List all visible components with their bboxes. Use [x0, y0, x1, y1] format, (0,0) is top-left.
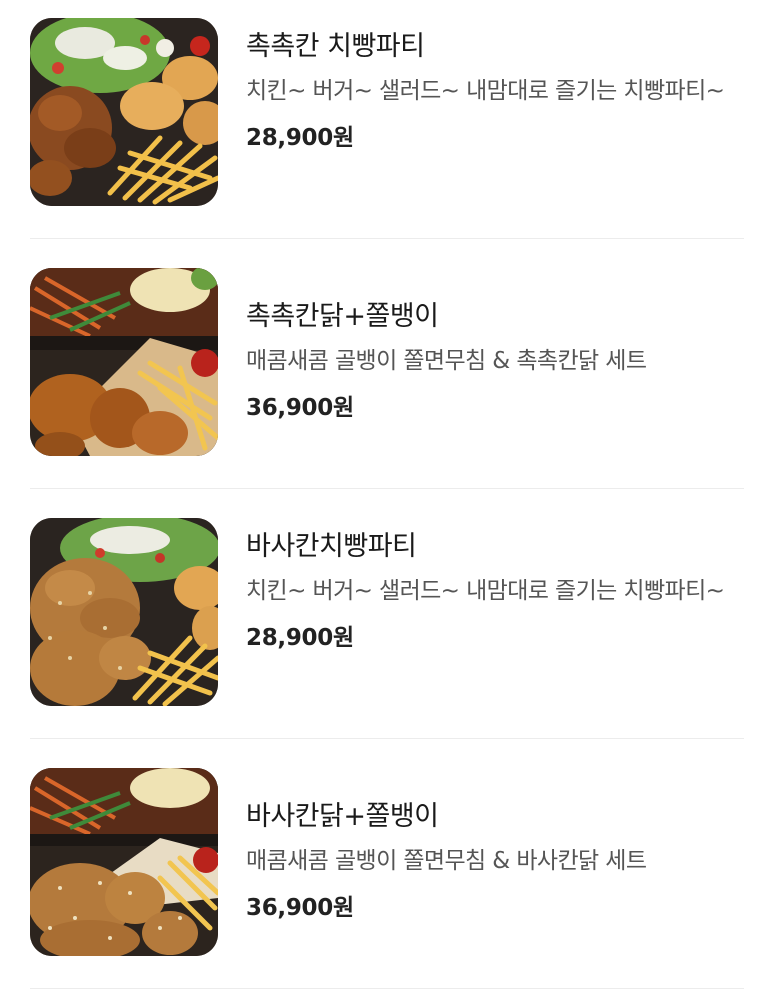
- menu-item-name: 바사칸치빵파티: [246, 531, 417, 562]
- menu-item-chichbang-party-moist[interactable]: 촉촉칸 치빵파티 치킨~ 버거~ 샐러드~ 내맘대로 즐기는 치빵파티~ 28,…: [0, 0, 773, 238]
- menu-item-price: 36,900원: [246, 895, 354, 921]
- menu-item-chicken-jjolbaengi-moist[interactable]: 촉촉칸닭+쫄뱅이 매콤새콤 골뱅이 쫄면무침 & 촉촉칸닭 세트 36,900원: [0, 239, 773, 488]
- menu-item-image[interactable]: [30, 18, 218, 206]
- menu-item-image[interactable]: [30, 768, 218, 956]
- menu-item-info: 바사칸닭+쫄뱅이 매콤새콤 골뱅이 쫄면무침 & 바사칸닭 세트 36,900원: [246, 799, 746, 922]
- menu-list: 촉촉칸 치빵파티 치킨~ 버거~ 샐러드~ 내맘대로 즐기는 치빵파티~ 28,…: [0, 0, 773, 990]
- menu-item-info: 촉촉칸 치빵파티 치킨~ 버거~ 샐러드~ 내맘대로 즐기는 치빵파티~ 28,…: [246, 29, 746, 152]
- menu-item-name: 바사칸닭+쫄뱅이: [246, 801, 439, 832]
- menu-item-image[interactable]: [30, 268, 218, 456]
- menu-item-info: 촉촉칸닭+쫄뱅이 매콤새콤 골뱅이 쫄면무침 & 촉촉칸닭 세트 36,900원: [246, 299, 746, 422]
- menu-item-name: 촉촉칸 치빵파티: [246, 31, 425, 62]
- menu-item-description: 치킨~ 버거~ 샐러드~ 내맘대로 즐기는 치빵파티~: [246, 78, 725, 104]
- menu-item-info: 바사칸치빵파티 치킨~ 버거~ 샐러드~ 내맘대로 즐기는 치빵파티~ 28,9…: [246, 529, 746, 652]
- menu-item-chicken-jjolbaengi-crispy[interactable]: 바사칸닭+쫄뱅이 매콤새콤 골뱅이 쫄면무침 & 바사칸닭 세트 36,900원: [0, 739, 773, 988]
- menu-item-description: 치킨~ 버거~ 샐러드~ 내맘대로 즐기는 치빵파티~: [246, 578, 725, 604]
- crispy-chicken-burger-platter-image: [30, 518, 218, 706]
- menu-item-price: 36,900원: [246, 395, 354, 421]
- menu-item-description: 매콤새콤 골뱅이 쫄면무침 & 바사칸닭 세트: [246, 848, 647, 874]
- menu-item-image[interactable]: [30, 518, 218, 706]
- menu-item-price: 28,900원: [246, 125, 354, 151]
- menu-item-name: 촉촉칸닭+쫄뱅이: [246, 301, 439, 332]
- chicken-noodle-platter-image: [30, 268, 218, 456]
- menu-item-chichbang-party-crispy[interactable]: 바사칸치빵파티 치킨~ 버거~ 샐러드~ 내맘대로 즐기는 치빵파티~ 28,9…: [0, 489, 773, 738]
- divider: [30, 988, 744, 989]
- menu-item-description: 매콤새콤 골뱅이 쫄면무침 & 촉촉칸닭 세트: [246, 348, 647, 374]
- menu-item-price: 28,900원: [246, 625, 354, 651]
- chicken-burger-platter-image: [30, 18, 218, 206]
- crispy-chicken-noodle-platter-image: [30, 768, 218, 956]
